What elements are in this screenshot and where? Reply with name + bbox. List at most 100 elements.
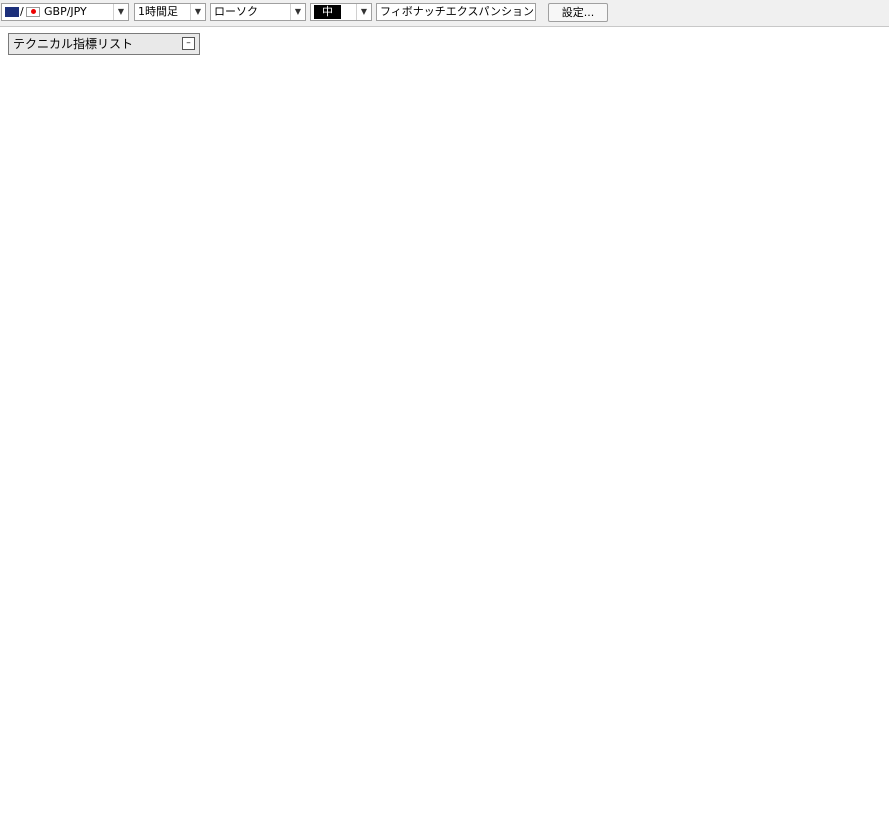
size-select[interactable]: 中 ▼ — [310, 3, 372, 21]
candle — [650, 205, 658, 222]
histogram-bar — [447, 671, 456, 721]
candle — [355, 216, 364, 238]
candle-body — [364, 210, 373, 222]
candle — [521, 216, 530, 233]
candle-body — [79, 399, 88, 410]
histogram-bar — [236, 627, 244, 672]
histogram-bar — [392, 656, 401, 672]
ichimoku-cloud — [10, 236, 783, 420]
candle-body — [254, 298, 263, 305]
fib-level-label: 100 % — [425, 26, 457, 37]
histogram-bar — [420, 671, 428, 694]
candle-body — [751, 130, 760, 135]
candle — [594, 221, 603, 249]
candle — [328, 238, 336, 282]
candle-body — [686, 144, 695, 162]
price-annotation: 193.268 — [102, 434, 143, 445]
candle — [539, 216, 548, 233]
candle-body — [466, 254, 474, 261]
candle — [576, 207, 585, 227]
candle-body — [300, 276, 309, 288]
candle-body — [429, 204, 438, 222]
currency-pair-select[interactable]: / GBP/JPY ▼ — [1, 3, 129, 21]
candle — [263, 295, 272, 326]
histogram-bar — [190, 630, 198, 672]
candle — [70, 392, 79, 406]
candle-body — [98, 402, 106, 407]
candle-body — [493, 232, 502, 242]
candle — [383, 181, 392, 205]
chevron-down-icon: ▼ — [113, 4, 128, 20]
chart-type-select[interactable]: ローソク ▼ — [210, 3, 306, 21]
candle-body — [52, 386, 60, 391]
candle — [180, 370, 189, 387]
candle-body — [236, 292, 244, 310]
candle-body — [88, 405, 97, 409]
candle-body — [125, 413, 134, 418]
macd-tick-label: -0.250 — [853, 712, 885, 723]
candle — [420, 199, 428, 222]
candle-body — [732, 122, 741, 129]
price-tick-label: 192.50 — [850, 509, 885, 520]
candle — [548, 210, 557, 227]
histogram-bar — [548, 634, 557, 672]
candle — [300, 271, 309, 293]
candle-body — [705, 122, 714, 129]
date-tick-label: 06月05日 — [8, 806, 53, 818]
histogram-bar — [466, 671, 474, 727]
candle — [52, 381, 60, 398]
candle — [98, 396, 106, 414]
histogram-bar — [567, 645, 576, 672]
candle — [88, 397, 97, 417]
chart-canvas: (21)(21)(16) 100 %61.8 %38.2 % 193.47719… — [0, 23, 889, 818]
fibonacci-levels: 100 % 61.8 % 38.2 % — [425, 26, 840, 190]
candle — [15, 348, 24, 398]
date-tick-label: 06月07日 — [781, 806, 826, 818]
sub-panel: 0.500 0.100 — [9, 771, 885, 803]
candle — [226, 304, 235, 332]
drawing-tool-select[interactable]: フィボナッチエクスパンション — [376, 3, 536, 21]
histogram-bar — [512, 660, 520, 672]
candle-body — [456, 243, 465, 261]
candle-body — [107, 402, 116, 413]
candle — [429, 199, 438, 227]
histogram-bar — [493, 671, 502, 704]
candle — [668, 177, 677, 205]
price-annotation: 195.310 — [553, 190, 594, 201]
candle-body — [548, 217, 557, 222]
price-tick-label: 195.50 — [850, 179, 885, 190]
candle-body — [42, 386, 51, 393]
histogram-bar — [272, 667, 281, 672]
histogram-bar — [346, 667, 355, 672]
candle — [6, 304, 14, 365]
candle — [723, 111, 732, 128]
timeframe-select[interactable]: 1時間足 ▼ — [134, 3, 206, 21]
candle-body — [144, 393, 152, 410]
histogram-bar — [383, 642, 392, 672]
histogram-bar — [107, 669, 116, 672]
cloud-area — [10, 236, 783, 420]
histogram-bar — [723, 615, 732, 672]
histogram-bar — [134, 654, 143, 672]
histogram-bar — [438, 671, 447, 724]
candle-body — [723, 116, 732, 123]
indicator-list-panel[interactable]: テクニカル指標リスト – — [8, 33, 200, 55]
candle-body — [282, 298, 290, 310]
chart-type-label: ローソク — [214, 5, 258, 18]
sub-tick-label: 0.100 — [856, 792, 885, 803]
histogram-bar — [245, 633, 254, 672]
settings-button[interactable]: 設定... — [548, 3, 608, 22]
candle — [466, 249, 474, 275]
candle-body — [153, 393, 162, 399]
histogram-bar — [659, 659, 668, 672]
candle — [438, 210, 447, 238]
indicator-list-title: テクニカル指標リスト — [13, 37, 134, 51]
candle — [401, 221, 410, 244]
candle — [778, 133, 787, 142]
minimize-icon[interactable]: – — [182, 37, 195, 50]
histogram-bar — [291, 671, 300, 697]
candle-body — [374, 188, 382, 211]
candle — [245, 282, 254, 304]
signal-line — [9, 615, 784, 698]
candle — [171, 375, 180, 392]
